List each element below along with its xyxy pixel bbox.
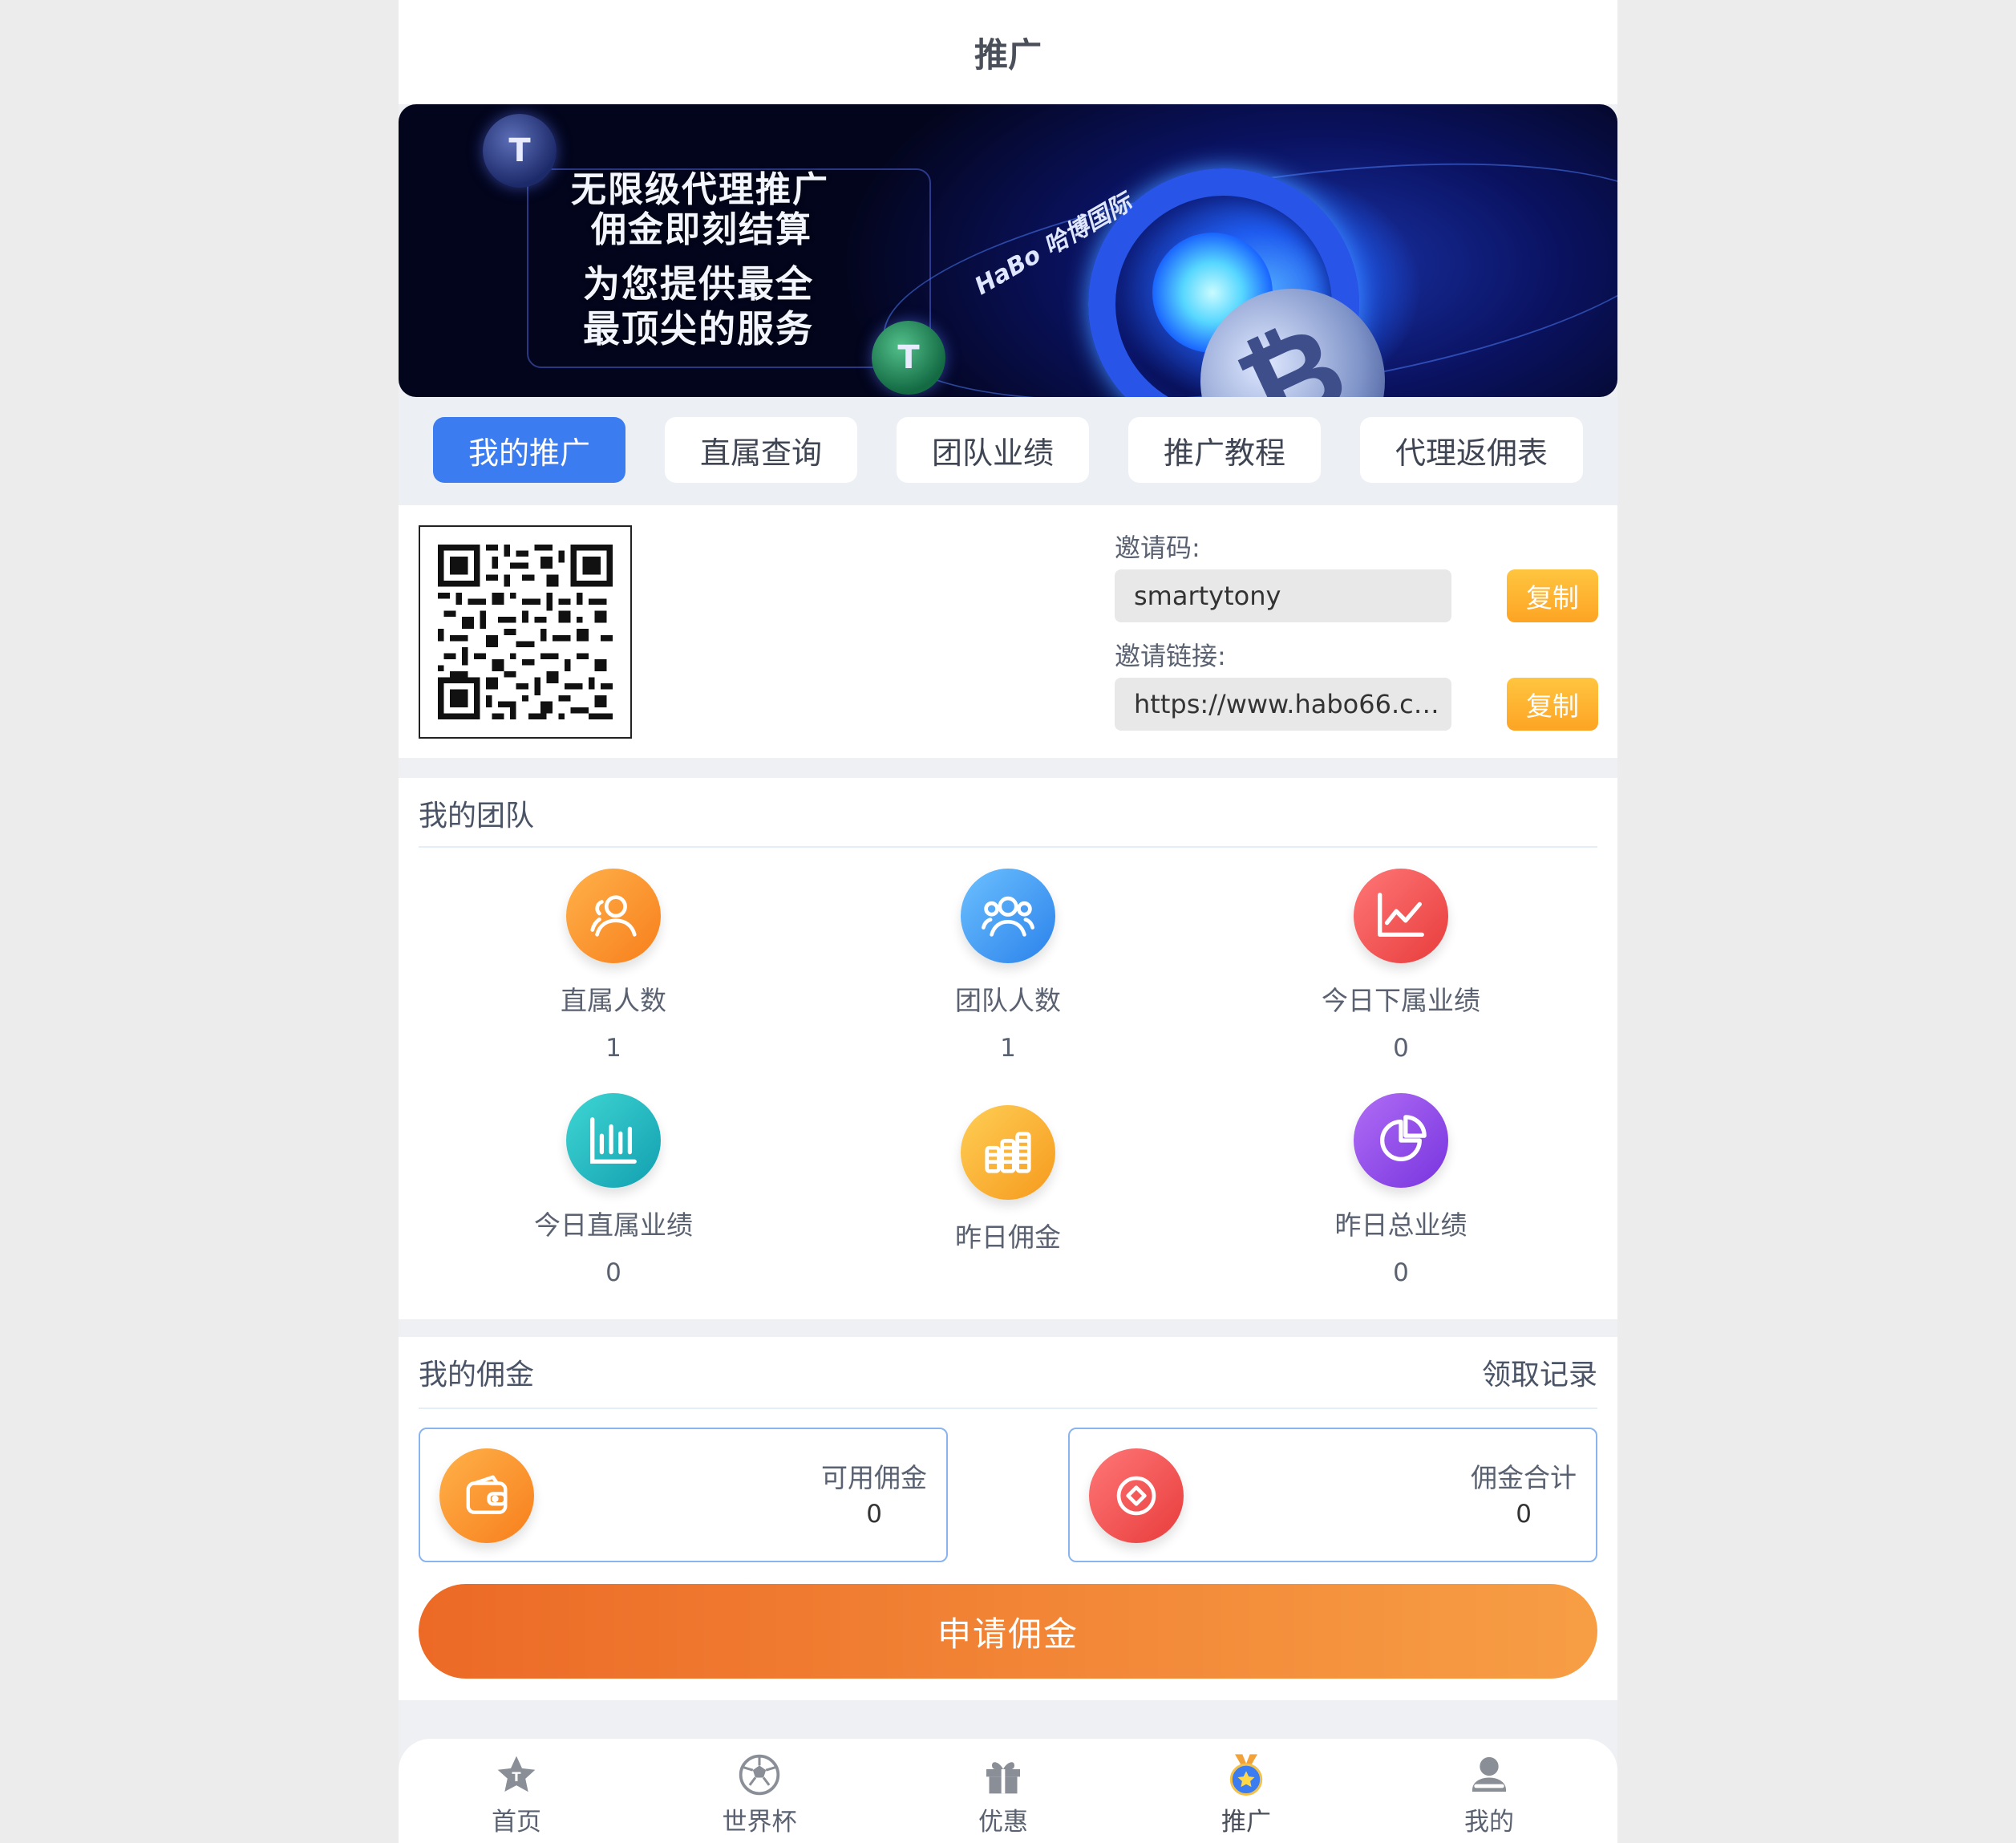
stat-value: 0: [1393, 1258, 1409, 1287]
nav-label: 首页: [492, 1808, 541, 1837]
stat-label: 团队人数: [955, 985, 1061, 1016]
invite-link-field[interactable]: https://www.habo66.com/register?code=sma…: [1115, 678, 1451, 731]
stat-label: 今日下属业绩: [1322, 985, 1480, 1016]
qr-code[interactable]: [419, 525, 632, 739]
coin-icon: [1089, 1448, 1184, 1543]
soccer-ball-icon: [687, 1752, 832, 1798]
stat-value: 0: [1393, 1034, 1409, 1063]
banner-line-4: 最顶尖的服务: [583, 307, 814, 350]
medal-icon: [1174, 1752, 1318, 1798]
gift-icon: [931, 1752, 1075, 1798]
bar-chart-icon: [566, 1093, 661, 1188]
wallet-icon: [439, 1448, 534, 1543]
line-chart-icon: [1354, 869, 1448, 963]
stat-value: 0: [605, 1258, 621, 1287]
page-title: 推广: [974, 34, 1042, 75]
claim-records-link[interactable]: 领取记录: [1482, 1351, 1597, 1393]
nav-world-cup[interactable]: 世界杯: [687, 1752, 832, 1837]
stat-label: 昨日总业绩: [1334, 1209, 1467, 1241]
tab-team-performance[interactable]: 团队业绩: [897, 417, 1089, 483]
total-commission-box: 佣金合计 0: [1068, 1428, 1597, 1562]
stat-value: 1: [1000, 1034, 1016, 1063]
invite-card: 邀请码: smartytony 复制 邀请链接: https://www.hab…: [399, 505, 1617, 758]
invite-code-label: 邀请码:: [1115, 533, 1200, 563]
stat-value: 1: [605, 1034, 621, 1063]
stat-today-direct-performance: 今日直属业绩 0: [453, 1093, 774, 1287]
available-commission-box: 可用佣金 0: [419, 1428, 948, 1562]
tab-bar: 我的推广 直属查询 团队业绩 推广教程 代理返佣表: [399, 397, 1617, 505]
my-team-card: 我的团队 直属人数 1 团队人数 1 今日下属业绩 0 今日直属业绩 0 昨日佣…: [399, 778, 1617, 1319]
nav-home[interactable]: T 首页: [444, 1752, 589, 1837]
header: 推广: [399, 0, 1617, 104]
stat-label: 昨日佣金: [955, 1221, 1061, 1253]
stat-label: 直属人数: [561, 985, 666, 1016]
commission-divider: [419, 1408, 1597, 1409]
tab-my-promotion[interactable]: 我的推广: [433, 417, 625, 483]
available-commission-value: 0: [866, 1500, 882, 1529]
app-screen: 推广 ₿ T T 无限级代理推广 佣金即刻结算 为您提供最全 最顶尖的服务 Ha…: [399, 0, 1617, 1843]
nav-label: 推广: [1221, 1808, 1271, 1837]
pie-chart-icon: [1354, 1093, 1448, 1188]
tether-coin-icon: T: [483, 114, 557, 188]
nav-label: 优惠: [978, 1808, 1028, 1837]
promo-banner[interactable]: ₿ T T 无限级代理推广 佣金即刻结算 为您提供最全 最顶尖的服务 HaBo …: [399, 104, 1617, 397]
tether-coin-green-icon: T: [872, 321, 945, 395]
bottom-nav: T 首页 世界杯 优惠 推广 我的: [399, 1739, 1617, 1843]
team-section-title: 我的团队: [419, 800, 535, 832]
nav-mine[interactable]: 我的: [1417, 1752, 1561, 1837]
nav-label: 世界杯: [722, 1808, 797, 1837]
stat-today-sub-performance: 今日下属业绩 0: [1241, 869, 1561, 1063]
stat-team-members: 团队人数 1: [848, 869, 1168, 1063]
stat-yesterday-total-performance: 昨日总业绩 0: [1241, 1093, 1561, 1287]
nav-promote[interactable]: 推广: [1174, 1752, 1318, 1837]
stat-yesterday-commission: 昨日佣金: [848, 1105, 1168, 1254]
tab-promotion-tutorial[interactable]: 推广教程: [1128, 417, 1321, 483]
commission-section-title: 我的佣金: [419, 1359, 535, 1391]
tab-rebate-table[interactable]: 代理返佣表: [1360, 417, 1583, 483]
nav-label: 我的: [1464, 1808, 1514, 1837]
user-icon: [1417, 1752, 1561, 1798]
total-commission-value: 0: [1516, 1500, 1532, 1529]
copy-code-button[interactable]: 复制: [1507, 569, 1598, 622]
stat-label: 今日直属业绩: [534, 1209, 693, 1241]
tab-direct-query[interactable]: 直属查询: [665, 417, 857, 483]
available-commission-label: 可用佣金: [821, 1462, 927, 1493]
svg-text:T: T: [512, 1769, 521, 1784]
team-divider: [419, 846, 1597, 848]
team-icon: [961, 869, 1055, 963]
apply-commission-button[interactable]: 申请佣金: [419, 1584, 1597, 1679]
star-icon: T: [444, 1752, 589, 1798]
nav-promotions[interactable]: 优惠: [931, 1752, 1075, 1837]
invite-code-field[interactable]: smartytony: [1115, 569, 1451, 622]
stat-direct-members: 直属人数 1: [453, 869, 774, 1063]
coins-icon: [961, 1105, 1055, 1200]
my-commission-card: 我的佣金 领取记录 可用佣金 0 佣金合计 0 申请佣金: [399, 1337, 1617, 1700]
total-commission-label: 佣金合计: [1471, 1462, 1577, 1493]
invite-link-label: 邀请链接:: [1115, 641, 1226, 671]
users-icon: [566, 869, 661, 963]
banner-line-2: 佣金即刻结算: [591, 209, 812, 250]
copy-link-button[interactable]: 复制: [1507, 678, 1598, 731]
